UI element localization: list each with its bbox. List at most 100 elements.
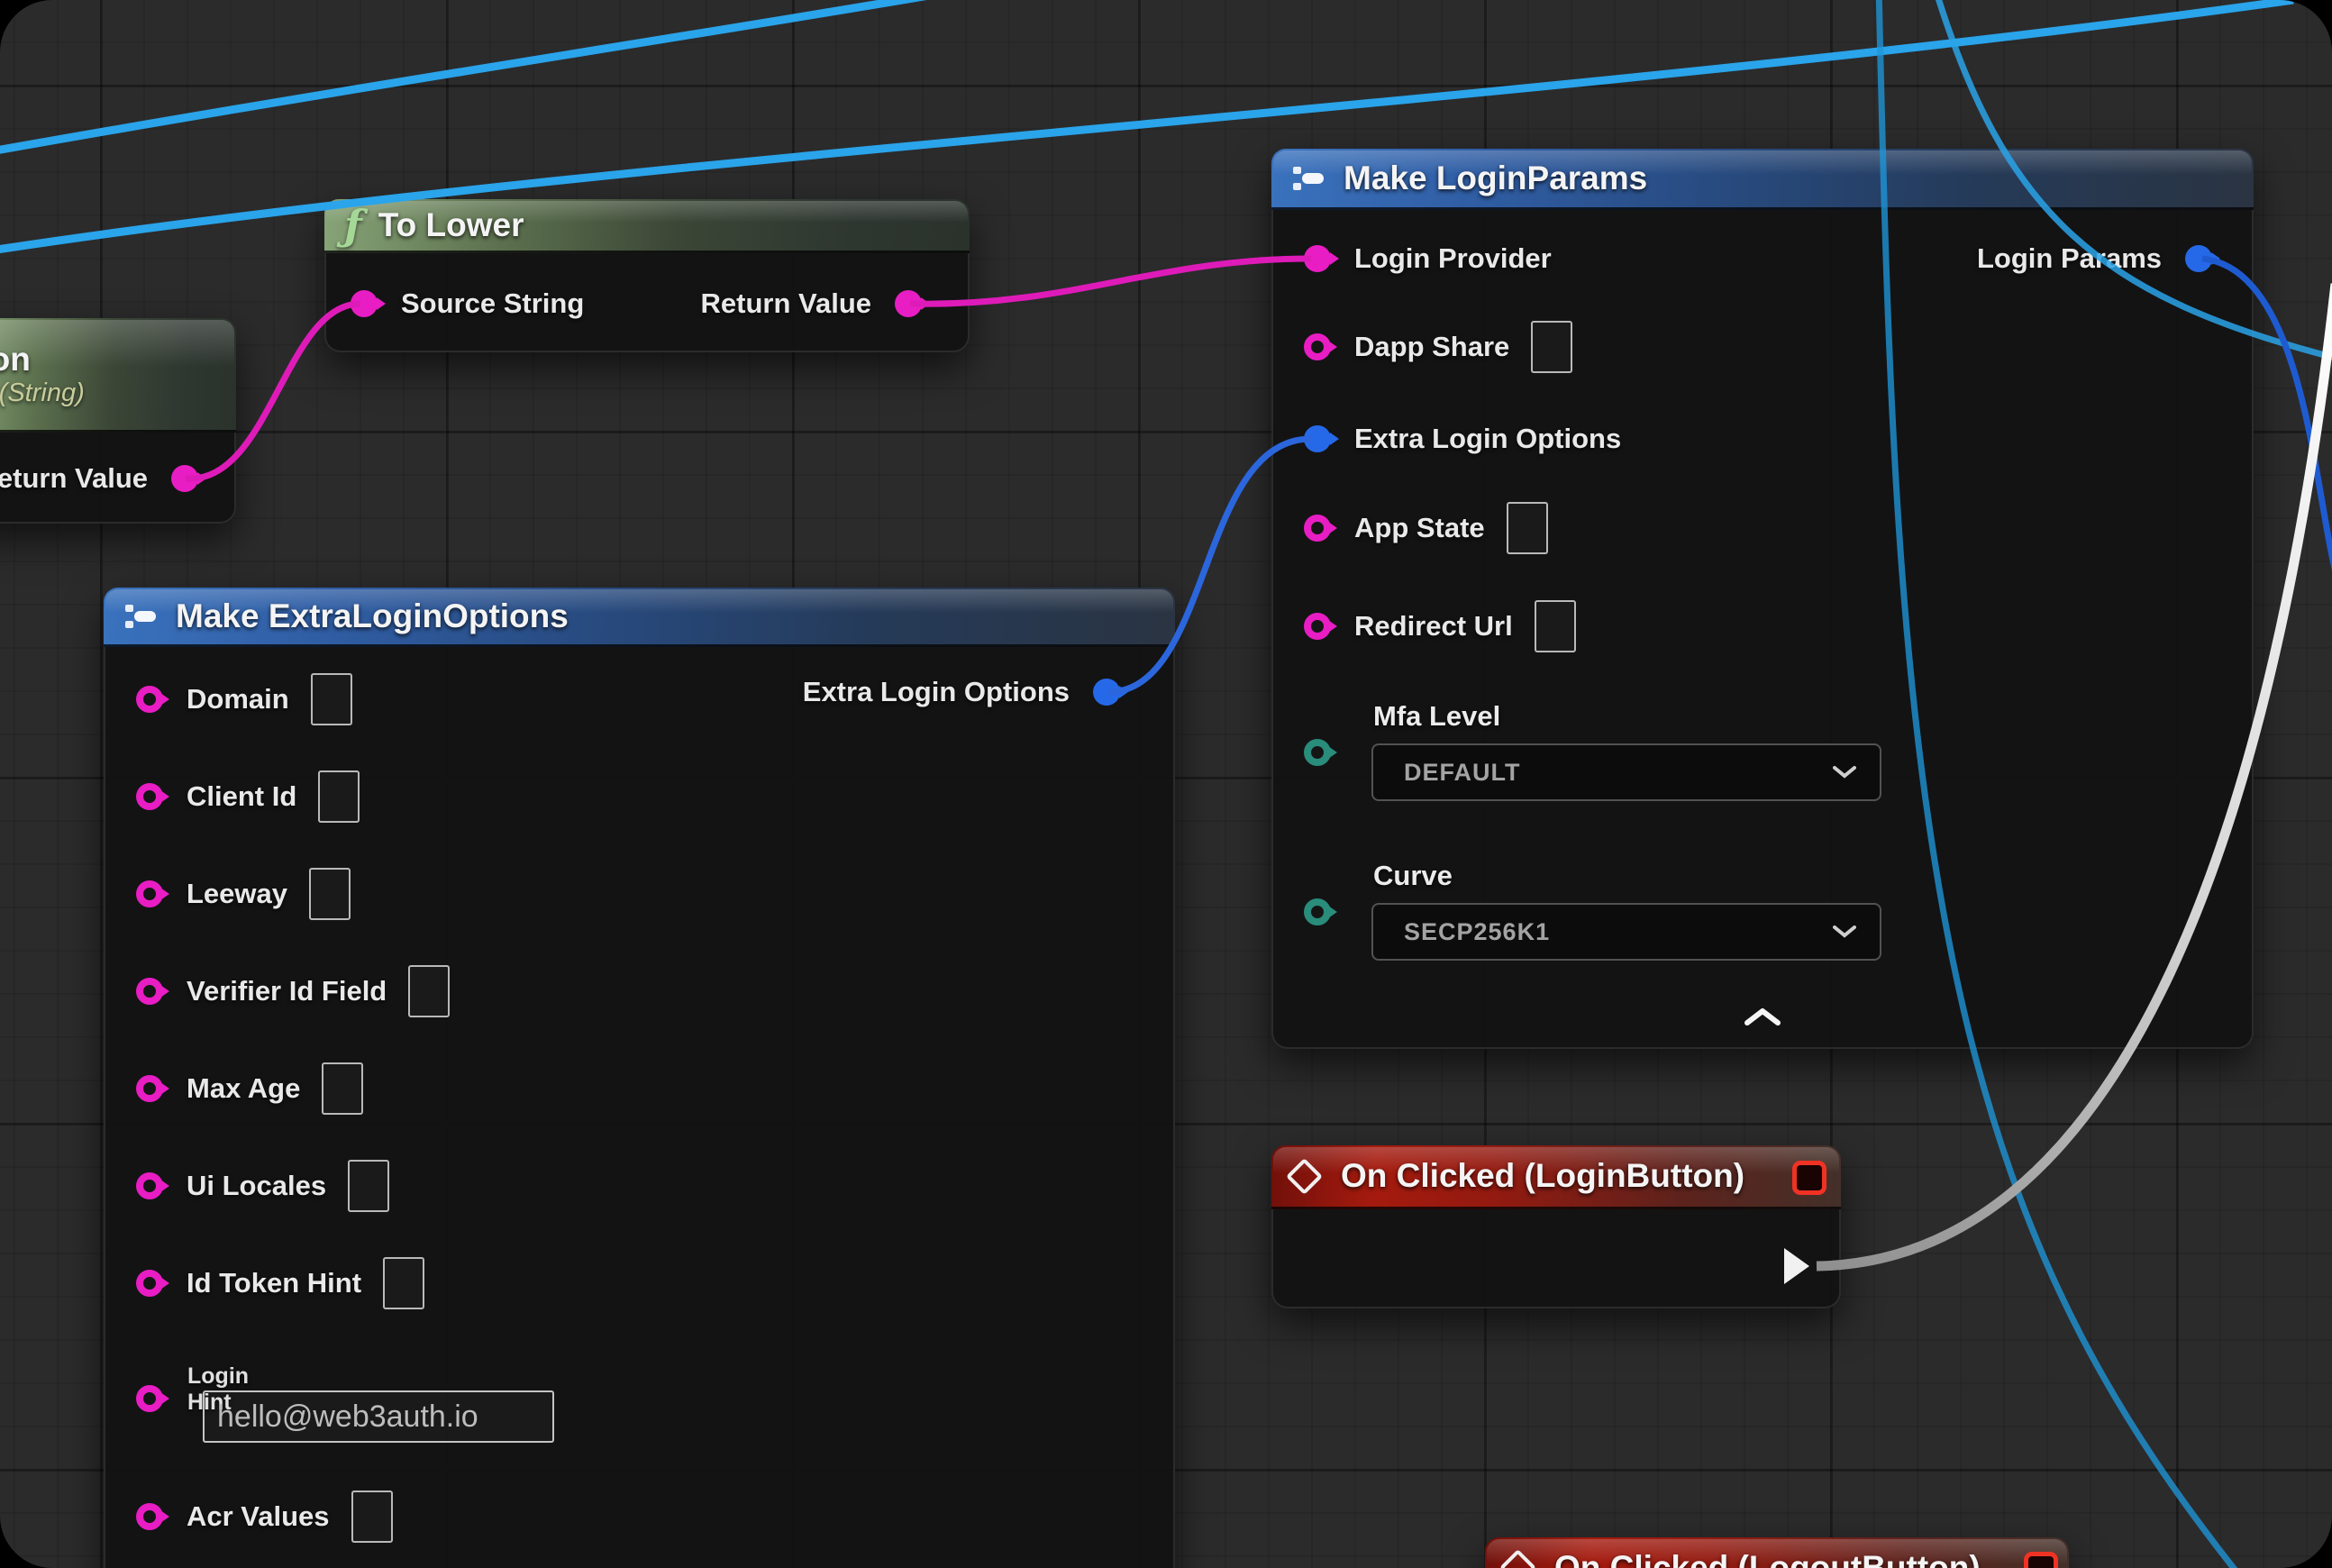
source-string-pin[interactable] bbox=[351, 290, 378, 317]
event-diamond-icon bbox=[1499, 1549, 1536, 1568]
mfa-level-pin[interactable] bbox=[1304, 739, 1331, 766]
max-age-input[interactable] bbox=[322, 1062, 363, 1115]
extra-login-options-out-pin[interactable] bbox=[1093, 679, 1120, 706]
ui-locales-pin[interactable] bbox=[136, 1172, 163, 1199]
to-lower-header[interactable]: ƒ To Lower bbox=[324, 199, 970, 253]
chevron-down-icon bbox=[1833, 925, 1856, 938]
leeway-input[interactable] bbox=[309, 868, 351, 920]
make-login-params-header[interactable]: Make LoginParams bbox=[1271, 149, 2254, 210]
login-provider-row: Login Provider bbox=[1304, 239, 1552, 278]
mfa-level-value: DEFAULT bbox=[1404, 759, 1521, 787]
dapp-share-label: Dapp Share bbox=[1354, 331, 1509, 363]
extra-login-options-out-row: Extra Login Options bbox=[803, 672, 1175, 712]
wire-cyan-top-1[interactable] bbox=[0, 0, 982, 151]
node-to-lower[interactable]: ƒ To Lower Source String Return Value bbox=[324, 199, 970, 352]
chevron-down-icon bbox=[1833, 766, 1856, 779]
chevron-up-icon bbox=[1743, 1007, 1782, 1026]
leeway-pin[interactable] bbox=[136, 880, 163, 907]
node-title: tion bbox=[0, 341, 31, 378]
on-clicked-logout-title: On Clicked (LogoutButton) bbox=[1554, 1549, 1981, 1568]
on-clicked-login-title: On Clicked (LoginButton) bbox=[1341, 1157, 1744, 1195]
app-state-pin[interactable] bbox=[1304, 515, 1331, 542]
redirect-url-input[interactable] bbox=[1535, 600, 1576, 652]
make-extra-login-options-title: Make ExtraLoginOptions bbox=[176, 597, 569, 635]
verifier-id-field-row: Verifier Id Field bbox=[136, 971, 450, 1011]
delegate-output-pin[interactable] bbox=[1792, 1161, 1826, 1195]
wire-string-tolower-to-loginprovider[interactable] bbox=[910, 259, 1311, 304]
make-login-params-title: Make LoginParams bbox=[1344, 160, 1647, 197]
app-state-label: App State bbox=[1354, 512, 1485, 544]
client-id-row: Client Id bbox=[136, 777, 360, 816]
ui-locales-input[interactable] bbox=[348, 1160, 389, 1212]
domain-input[interactable] bbox=[311, 673, 352, 725]
to-lower-return-pin[interactable] bbox=[895, 290, 922, 317]
curve-pin[interactable] bbox=[1304, 898, 1331, 925]
ui-locales-row: Ui Locales bbox=[136, 1166, 389, 1206]
verifier-id-field-label: Verifier Id Field bbox=[187, 975, 387, 1007]
id-token-hint-input[interactable] bbox=[383, 1257, 424, 1309]
acr-values-input[interactable] bbox=[351, 1491, 393, 1543]
id-token-hint-pin[interactable] bbox=[136, 1270, 163, 1297]
login-provider-pin[interactable] bbox=[1304, 245, 1331, 272]
id-token-hint-label: Id Token Hint bbox=[187, 1267, 361, 1299]
login-params-out-row: Login Params bbox=[1977, 239, 2254, 278]
acr-values-row: Acr Values bbox=[136, 1497, 393, 1536]
dapp-share-input[interactable] bbox=[1531, 321, 1572, 373]
dapp-share-row: Dapp Share bbox=[1304, 327, 1572, 367]
client-id-label: Client Id bbox=[187, 780, 296, 813]
function-icon: ƒ bbox=[344, 205, 362, 246]
make-struct-icon bbox=[1291, 163, 1327, 194]
redirect-url-label: Redirect Url bbox=[1354, 610, 1513, 643]
extra-login-options-out-label: Extra Login Options bbox=[803, 676, 1070, 708]
return-value-pin[interactable] bbox=[171, 465, 198, 492]
return-value-row: eturn Value bbox=[0, 459, 236, 498]
dapp-share-pin[interactable] bbox=[1304, 333, 1331, 360]
extra-login-options-in-pin[interactable] bbox=[1304, 425, 1331, 452]
client-id-input[interactable] bbox=[318, 770, 360, 823]
extra-login-options-in-label: Extra Login Options bbox=[1354, 423, 1621, 455]
node-on-clicked-logout-button[interactable]: On Clicked (LogoutButton) bbox=[1485, 1537, 2069, 1568]
leeway-row: Leeway bbox=[136, 874, 351, 914]
node-subtitle: ox (String) bbox=[0, 378, 85, 408]
login-params-out-label: Login Params bbox=[1977, 242, 2162, 275]
node-on-clicked-login-button[interactable]: On Clicked (LoginButton) bbox=[1271, 1145, 1841, 1308]
mfa-level-dropdown[interactable]: DEFAULT bbox=[1371, 743, 1881, 801]
verifier-id-field-pin[interactable] bbox=[136, 978, 163, 1005]
leeway-label: Leeway bbox=[187, 878, 287, 910]
max-age-row: Max Age bbox=[136, 1069, 363, 1108]
domain-pin[interactable] bbox=[136, 686, 163, 713]
to-lower-return-label: Return Value bbox=[701, 287, 872, 320]
max-age-label: Max Age bbox=[187, 1072, 300, 1105]
collapse-node-button[interactable] bbox=[1743, 1007, 1782, 1031]
mfa-level-label: Mfa Level bbox=[1373, 700, 1500, 733]
delegate-output-pin[interactable] bbox=[2024, 1552, 2058, 1568]
redirect-url-pin[interactable] bbox=[1304, 613, 1331, 640]
source-string-label: Source String bbox=[401, 287, 584, 320]
app-state-row: App State bbox=[1304, 508, 1548, 548]
blueprint-canvas[interactable]: tion ox (String) eturn Value ƒ To Lower … bbox=[0, 0, 2332, 1568]
domain-label: Domain bbox=[187, 683, 289, 716]
max-age-pin[interactable] bbox=[136, 1075, 163, 1102]
node-string-source-partial[interactable]: tion ox (String) eturn Value bbox=[0, 318, 236, 524]
on-clicked-login-header[interactable]: On Clicked (LoginButton) bbox=[1271, 1145, 1841, 1209]
domain-row: Domain bbox=[136, 679, 352, 719]
id-token-hint-row: Id Token Hint bbox=[136, 1263, 424, 1303]
extra-login-options-in-row: Extra Login Options bbox=[1304, 419, 1621, 459]
to-lower-title: To Lower bbox=[378, 206, 524, 244]
on-clicked-logout-header[interactable]: On Clicked (LogoutButton) bbox=[1485, 1537, 2069, 1568]
client-id-pin[interactable] bbox=[136, 783, 163, 810]
acr-values-pin[interactable] bbox=[136, 1503, 163, 1530]
app-state-input[interactable] bbox=[1507, 502, 1548, 554]
make-extra-login-options-header[interactable]: Make ExtraLoginOptions bbox=[104, 588, 1175, 647]
exec-output-pin[interactable] bbox=[1784, 1248, 1811, 1289]
verifier-id-field-input[interactable] bbox=[408, 965, 450, 1017]
curve-dropdown[interactable]: SECP256K1 bbox=[1371, 903, 1881, 961]
node-string-source-header[interactable]: tion ox (String) bbox=[0, 318, 236, 433]
redirect-url-row: Redirect Url bbox=[1304, 606, 1576, 646]
login-params-out-pin[interactable] bbox=[2185, 245, 2212, 272]
source-string-row: Source String bbox=[351, 284, 584, 324]
login-hint-input[interactable]: hello@web3auth.io bbox=[203, 1390, 554, 1443]
login-hint-pin[interactable] bbox=[136, 1385, 163, 1412]
node-make-login-params[interactable]: Make LoginParams Login Params Login Prov… bbox=[1271, 149, 2254, 1049]
node-make-extra-login-options[interactable]: Make ExtraLoginOptions Extra Login Optio… bbox=[104, 588, 1175, 1568]
